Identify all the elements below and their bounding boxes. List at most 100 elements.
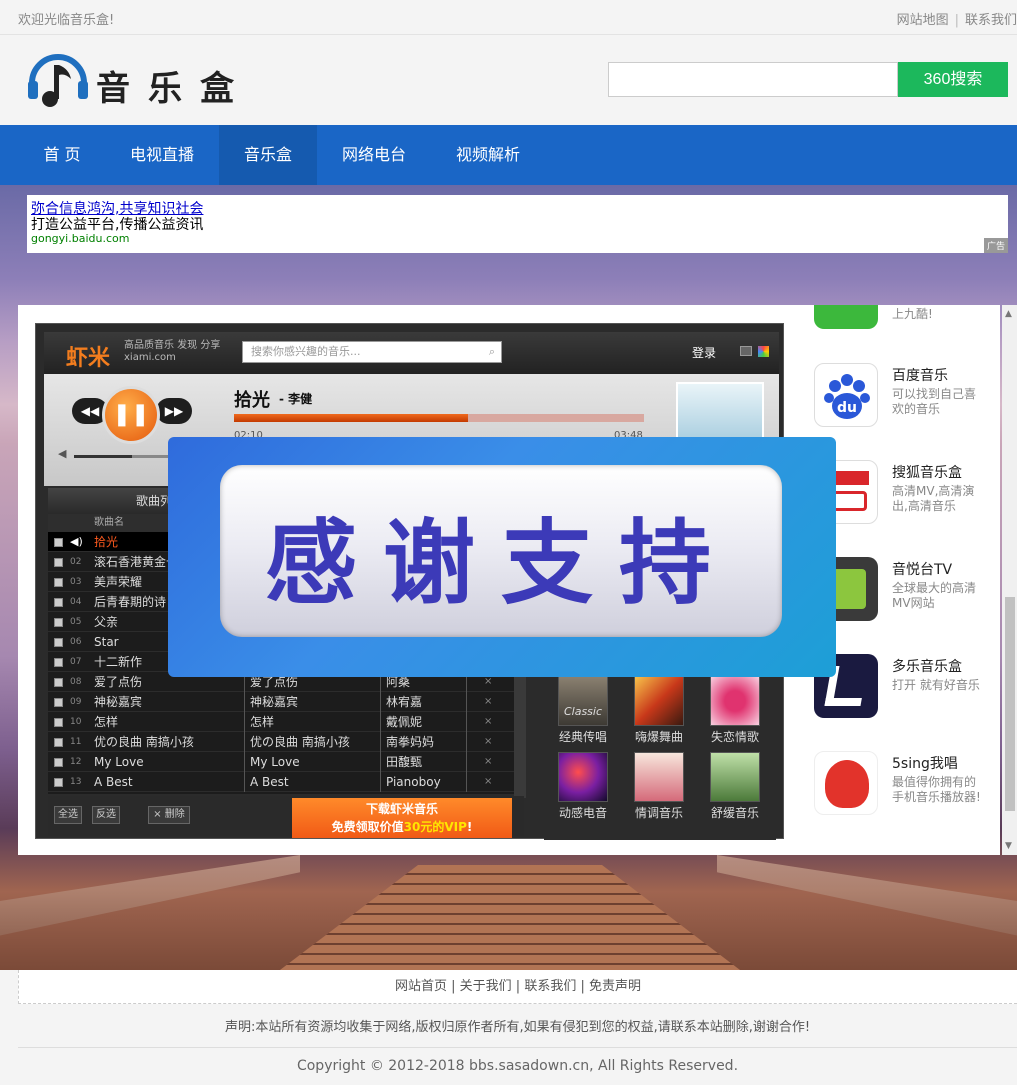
site-logo[interactable]: 音乐盒 <box>26 47 256 111</box>
remove-icon[interactable]: × <box>484 692 492 712</box>
genre-dance[interactable]: 嗨爆舞曲 <box>624 676 694 746</box>
sitemap-link[interactable]: 网站地图 <box>897 13 949 28</box>
search-icon[interactable]: ⌕ <box>489 342 495 362</box>
genre-classic[interactable]: Classic 经典传唱 <box>548 676 618 746</box>
nav-music-box[interactable]: 音乐盒 <box>219 125 317 185</box>
sidebar-item-sohu-music[interactable]: 搜狐音乐盒 高清MV,高清演出,高清音乐 <box>814 460 998 530</box>
song-progress-bar[interactable] <box>234 414 644 422</box>
song-album[interactable]: 优の良曲 南搞小孩 <box>250 732 350 752</box>
song-artist-cell[interactable]: 田馥甄 <box>386 752 422 772</box>
nav-tv-live[interactable]: 电视直播 <box>112 125 212 185</box>
ad-banner[interactable]: 弥合信息鸿沟,共享知识社会 打造公益平台,传播公益资讯 gongyi.baidu… <box>27 195 1008 253</box>
pause-button[interactable]: ❚❚ <box>102 386 160 444</box>
footer-divider <box>18 1047 1017 1048</box>
genre-soothing[interactable]: 舒缓音乐 <box>700 752 770 822</box>
search-input[interactable] <box>608 62 898 97</box>
row-checkbox[interactable] <box>54 698 63 707</box>
song-album[interactable]: 神秘嘉宾 <box>250 692 298 712</box>
song-name[interactable]: 怎样 <box>94 712 118 732</box>
player-login-link[interactable]: 登录 <box>692 344 716 361</box>
song-album[interactable]: A Best <box>250 772 289 792</box>
minimize-icon[interactable] <box>740 346 752 356</box>
row-checkbox[interactable] <box>54 578 63 587</box>
song-artist-cell[interactable]: 林宥嘉 <box>386 692 422 712</box>
genre-label: 情调音乐 <box>634 806 683 820</box>
song-name[interactable]: Star <box>94 632 119 652</box>
row-checkbox[interactable] <box>54 538 63 547</box>
select-all-button[interactable]: 全选 <box>54 806 82 824</box>
nav-video-parse[interactable]: 视频解析 <box>438 125 538 185</box>
row-checkbox[interactable] <box>54 638 63 647</box>
row-checkbox[interactable] <box>54 558 63 567</box>
genre-electronic[interactable]: 动感电音 <box>548 752 618 822</box>
sidebar-item-5sing[interactable]: 5sing我唱 最值得你拥有的手机音乐播放器! <box>814 751 998 821</box>
col-divider <box>244 732 245 752</box>
song-name[interactable]: A Best <box>94 772 133 792</box>
sidebar-scrollbar[interactable]: ▲ ▼ <box>1002 305 1017 855</box>
row-checkbox[interactable] <box>54 618 63 627</box>
download-xiami-banner[interactable]: 下载虾米音乐 免费领取价值30元的VIP! <box>292 798 512 838</box>
sidebar-item-baidu-music[interactable]: du 百度音乐 可以找到自己喜欢的音乐 <box>814 363 998 433</box>
remove-icon[interactable]: × <box>484 752 492 772</box>
row-checkbox[interactable] <box>54 718 63 727</box>
row-checkbox[interactable] <box>54 738 63 747</box>
scroll-down-icon[interactable]: ▼ <box>1005 841 1012 851</box>
song-artist-cell[interactable]: 戴佩妮 <box>386 712 422 732</box>
remove-icon[interactable]: × <box>484 732 492 752</box>
col-divider <box>380 732 381 752</box>
song-row[interactable]: 10 怎样 怎样 戴佩妮 × <box>48 712 524 732</box>
nav-home[interactable]: 首 页 <box>18 125 106 185</box>
remove-icon[interactable]: × <box>484 712 492 732</box>
song-artist-cell[interactable]: Pianoboy <box>386 772 441 792</box>
song-name[interactable]: My Love <box>94 752 144 772</box>
genre-love[interactable]: 失恋情歌 <box>700 676 770 746</box>
music-sites-sidebar: 上九酷! du 百度音乐 可以找到自己喜欢的音乐 搜狐音乐盒 高清MV,高清演出… <box>810 305 1000 855</box>
row-checkbox[interactable] <box>54 758 63 767</box>
skin-icon[interactable] <box>758 346 769 357</box>
song-name[interactable]: 拾光 <box>94 532 118 552</box>
contact-link[interactable]: 联系我们 <box>965 13 1017 28</box>
song-row[interactable]: 11 优の良曲 南搞小孩 优の良曲 南搞小孩 南拳妈妈 × <box>48 732 524 752</box>
row-checkbox[interactable] <box>54 678 63 687</box>
song-name[interactable]: 父亲 <box>94 612 118 632</box>
genre-mood[interactable]: 情调音乐 <box>624 752 694 822</box>
nav-web-radio[interactable]: 网络电台 <box>324 125 424 185</box>
forward-button[interactable]: ▶▶ <box>156 398 192 424</box>
song-name[interactable]: 后青春期的诗 <box>94 592 166 612</box>
volume-slider[interactable]: ◀ <box>58 447 178 462</box>
col-divider <box>380 752 381 772</box>
song-name[interactable]: 十二新作 <box>94 652 142 672</box>
invert-select-button[interactable]: 反选 <box>92 806 120 824</box>
player-topbar: 虾米 高品质音乐 发现 分享 xiami.com 搜索你感兴趣的音乐... ⌕ … <box>44 332 779 374</box>
row-checkbox[interactable] <box>54 598 63 607</box>
baidu-paw-icon: du <box>814 363 878 427</box>
song-album[interactable]: 怎样 <box>250 712 274 732</box>
scrollbar-thumb[interactable] <box>1005 597 1015 811</box>
sidebar-item-duole[interactable]: 多乐音乐盒 打开 就有好音乐 <box>814 654 998 724</box>
speaker-icon[interactable]: ◀ <box>58 447 66 460</box>
ad-url[interactable]: gongyi.baidu.com <box>31 232 129 245</box>
player-search-input[interactable]: 搜索你感兴趣的音乐... ⌕ <box>242 341 502 363</box>
thanks-popup[interactable]: 感谢支持 <box>168 437 836 677</box>
scroll-up-icon[interactable]: ▲ <box>1005 309 1012 319</box>
song-artist-cell[interactable]: 南拳妈妈 <box>386 732 434 752</box>
sidebar-item-yinyuetai[interactable]: 音悦台TV 全球最大的高清MV网站 <box>814 557 998 627</box>
song-name[interactable]: 优の良曲 南搞小孩 <box>94 732 194 752</box>
row-checkbox[interactable] <box>54 658 63 667</box>
song-name[interactable]: 滚石香港黄金十 <box>94 552 178 572</box>
song-name[interactable]: 美声荣耀 <box>94 572 142 592</box>
song-album[interactable]: My Love <box>250 752 300 772</box>
song-row[interactable]: 09 神秘嘉宾 神秘嘉宾 林宥嘉 × <box>48 692 524 712</box>
song-row[interactable]: 12 My Love My Love 田馥甄 × <box>48 752 524 772</box>
song-row[interactable]: 13 A Best A Best Pianoboy × <box>48 772 524 792</box>
delete-button[interactable]: × 删除 <box>148 806 190 824</box>
row-number: 06 <box>70 637 82 647</box>
footer-links[interactable]: 网站首页 | 关于我们 | 联系我们 | 免责声明 <box>18 970 1017 1004</box>
sidebar-item-kuwo[interactable]: 上九酷! <box>814 305 998 335</box>
sidebar-item-desc: 上九酷! <box>892 307 933 321</box>
search-button[interactable]: 360搜索 <box>898 62 1008 97</box>
song-name[interactable]: 爱了点伤 <box>94 672 142 692</box>
remove-icon[interactable]: × <box>484 772 492 792</box>
song-name[interactable]: 神秘嘉宾 <box>94 692 142 712</box>
row-checkbox[interactable] <box>54 778 63 787</box>
